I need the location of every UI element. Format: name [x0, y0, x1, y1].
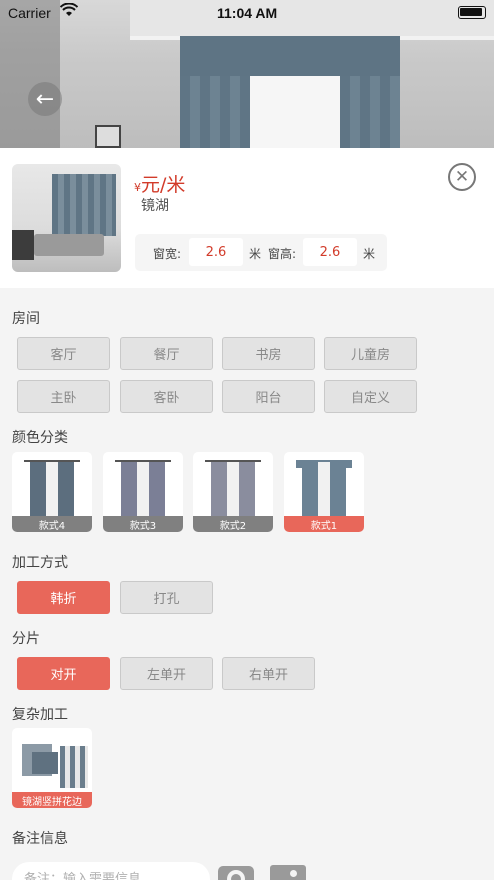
product-panel: ¥元/米 镜湖 窗宽: 2.6 米 窗高: 2.6 米 [0, 148, 494, 288]
color-swatch[interactable]: 款式4 [12, 452, 92, 532]
section-title-room: 房间 [12, 311, 40, 327]
section-title-split: 分片 [12, 631, 40, 647]
hero-valance [180, 36, 400, 76]
product-thumbnail [12, 164, 121, 272]
color-swatch[interactable]: 款式1 [284, 452, 364, 532]
room-option[interactable]: 客厅 [17, 337, 110, 370]
room-option[interactable]: 阳台 [222, 380, 315, 413]
thumbnail-sofa [34, 234, 104, 256]
width-label: 窗宽: [153, 247, 182, 261]
arrow-left-icon: ← [35, 86, 55, 112]
back-button[interactable]: ← [28, 82, 62, 116]
curtain-image [205, 458, 261, 516]
room-option[interactable]: 主卧 [17, 380, 110, 413]
width-unit: 米 [249, 247, 262, 261]
note-input[interactable] [12, 862, 210, 880]
section-title-process: 加工方式 [12, 555, 68, 571]
room-option[interactable]: 儿童房 [324, 337, 417, 370]
camera-icon[interactable] [218, 866, 254, 880]
room-option[interactable]: 餐厅 [120, 337, 213, 370]
image-icon[interactable] [270, 865, 306, 880]
process-option[interactable]: 打孔 [120, 581, 213, 614]
split-option[interactable]: 左单开 [120, 657, 213, 690]
swatch-label: 款式1 [284, 516, 364, 532]
curtain-image [296, 458, 352, 516]
curtain-image [115, 458, 171, 516]
section-title-complex: 复杂加工 [12, 707, 68, 723]
product-price: ¥元/米 [134, 170, 185, 197]
color-swatch[interactable]: 款式2 [193, 452, 273, 532]
hero-sheer [250, 76, 340, 148]
wifi-icon [59, 2, 79, 21]
product-name: 镜湖 [141, 198, 169, 214]
section-title-note: 备注信息 [12, 831, 68, 847]
height-unit: 米 [363, 247, 376, 261]
swatch-label: 款式4 [12, 516, 92, 532]
room-option[interactable]: 书房 [222, 337, 315, 370]
height-input[interactable]: 2.6 [303, 238, 357, 266]
complex-label: 镜湖竖拼花边 [12, 792, 92, 808]
close-button[interactable]: ✕ [448, 163, 476, 191]
dimensions-box: 窗宽: 2.6 米 窗高: 2.6 米 [135, 234, 387, 271]
swatch-label: 款式2 [193, 516, 273, 532]
status-time: 11:04 AM [217, 5, 278, 21]
complex-image-curtain [60, 746, 88, 788]
close-icon: ✕ [454, 167, 470, 187]
complex-image-detail [32, 752, 58, 774]
room-option[interactable]: 客卧 [120, 380, 213, 413]
hero-curtain-right [340, 76, 400, 148]
section-title-color: 颜色分类 [12, 430, 68, 446]
thumbnail-chair [12, 230, 34, 260]
price-unit: 元/米 [141, 174, 186, 196]
carrier-label: Carrier [8, 5, 51, 21]
swatch-label: 款式3 [103, 516, 183, 532]
hero-curtain-left [180, 76, 250, 148]
price-symbol: ¥ [134, 181, 141, 194]
battery-icon [458, 6, 486, 19]
height-label: 窗高: [268, 247, 297, 261]
split-option[interactable]: 右单开 [222, 657, 315, 690]
width-input[interactable]: 2.6 [189, 238, 243, 266]
curtain-image [24, 458, 80, 516]
hero-picture-frame [95, 125, 121, 148]
split-option[interactable]: 对开 [17, 657, 110, 690]
complex-option[interactable]: 镜湖竖拼花边 [12, 728, 92, 808]
process-option[interactable]: 韩折 [17, 581, 110, 614]
room-option[interactable]: 自定义 [324, 380, 417, 413]
status-bar: Carrier 11:04 AM [0, 0, 494, 26]
thumbnail-curtain [52, 174, 116, 236]
color-swatch[interactable]: 款式3 [103, 452, 183, 532]
